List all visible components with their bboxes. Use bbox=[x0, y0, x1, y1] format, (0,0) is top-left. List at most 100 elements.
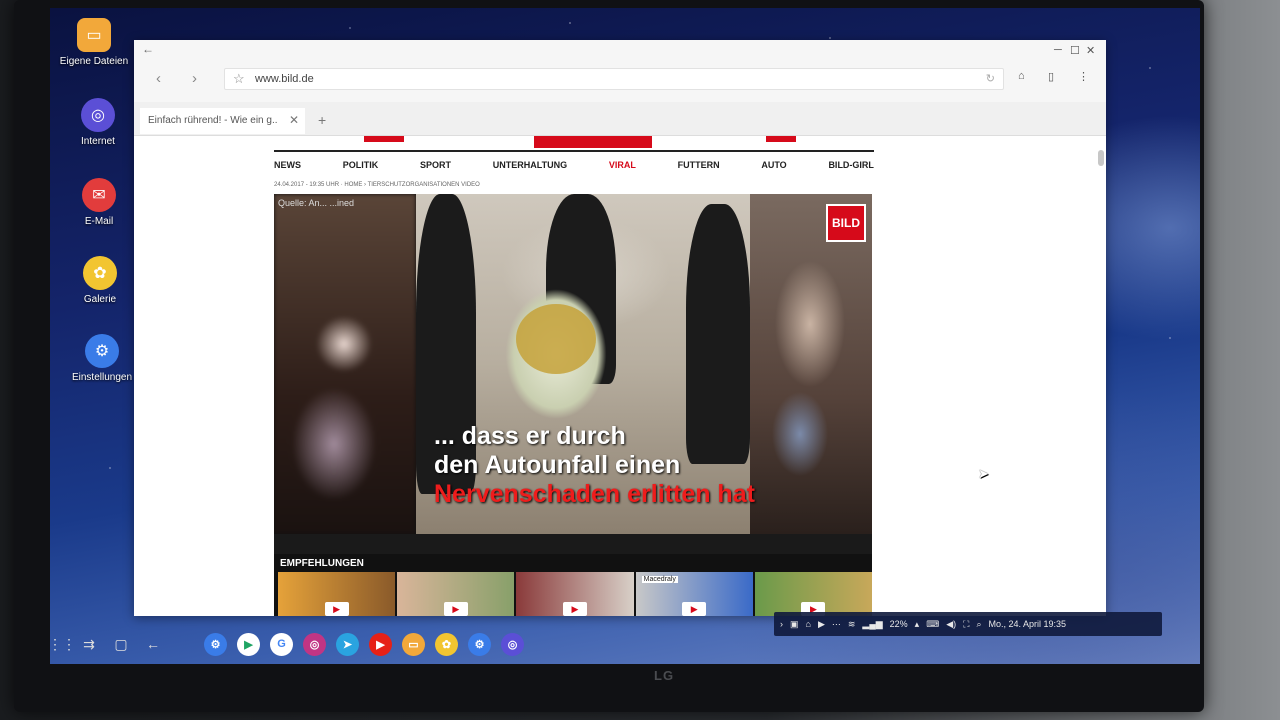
gallery-icon[interactable]: ✿ bbox=[435, 632, 458, 656]
recommendation-thumbs: ▶ ▶ ▶ Macedraly ▶ ▶ bbox=[278, 572, 873, 616]
header-red-strip bbox=[766, 136, 796, 142]
taskbar-nav: ⋮⋮ ⇉ ▢ ← bbox=[48, 630, 162, 658]
messages-icon[interactable]: ▭ bbox=[402, 632, 425, 656]
tray-more-icon[interactable]: ⋯ bbox=[832, 619, 841, 630]
home-square-icon[interactable]: ▢ bbox=[112, 636, 130, 653]
close-window-button[interactable]: ✕ bbox=[1086, 44, 1095, 57]
desktop-icon-label: E-Mail bbox=[84, 216, 114, 227]
gear-icon: ⚙ bbox=[85, 334, 119, 368]
breadcrumb: 24.04.2017 - 19:35 UHR · HOME › TIERSCHU… bbox=[274, 182, 480, 188]
thumb-label: Macedraly bbox=[641, 576, 678, 583]
tray-notification-icon[interactable]: ⌂ bbox=[806, 619, 811, 629]
bookmark-star-icon[interactable]: ☆ bbox=[233, 71, 245, 87]
page-scrollbar[interactable] bbox=[1098, 150, 1104, 166]
bookmarks-icon[interactable]: ▯ bbox=[1048, 70, 1054, 83]
play-icon: ▶ bbox=[443, 602, 468, 616]
screenshot-icon[interactable]: ⛶ bbox=[963, 619, 969, 630]
desktop-icon-label: Galerie bbox=[83, 294, 117, 305]
desktop-icon-email[interactable]: ✉ E-Mail bbox=[59, 178, 139, 227]
caption-line: den Autounfall einen bbox=[434, 451, 681, 479]
desktop-icon-internet[interactable]: ◎ Internet bbox=[58, 98, 138, 147]
apps-grid-icon[interactable]: ⋮⋮ bbox=[48, 636, 76, 653]
forward-button[interactable]: › bbox=[192, 70, 197, 87]
clock[interactable]: Mo., 24. April 19:35 bbox=[988, 619, 1066, 629]
video-blur-right bbox=[750, 194, 872, 534]
reload-icon[interactable]: ↻ bbox=[986, 72, 995, 85]
bild-header-logo[interactable] bbox=[534, 136, 652, 148]
tray-notification-icon[interactable]: ▣ bbox=[790, 619, 799, 630]
nav-item-viral[interactable]: VIRAL bbox=[609, 160, 636, 170]
browser-tab[interactable]: Einfach rührend! - Wie ein g... ✕ bbox=[140, 108, 305, 134]
recommendation-thumb[interactable]: ▶ bbox=[397, 572, 515, 616]
desktop-icon-eigene-dateien[interactable]: ▭ Eigene Dateien bbox=[54, 18, 134, 67]
keyboard-icon[interactable]: ⌨ bbox=[926, 619, 939, 630]
back-icon[interactable]: ← bbox=[144, 636, 162, 652]
volume-icon[interactable]: ◀) bbox=[946, 619, 956, 630]
dog-patch bbox=[516, 304, 596, 374]
instagram-icon[interactable]: ◎ bbox=[303, 632, 326, 656]
tab-close-icon[interactable]: ✕ bbox=[289, 113, 299, 127]
header-red-strip bbox=[364, 136, 404, 142]
nav-item-sport[interactable]: SPORT bbox=[420, 160, 451, 170]
web-page: NEWS POLITIK SPORT UNTERHALTUNG VIRAL FU… bbox=[134, 136, 1106, 616]
menu-icon[interactable]: ⋮ bbox=[1078, 70, 1089, 83]
video-blur-left bbox=[274, 194, 416, 534]
home-icon[interactable]: ⌂ bbox=[1018, 70, 1025, 82]
recent-apps-icon[interactable]: ⇉ bbox=[80, 636, 98, 653]
taskbar-apps: ⚙ ▶ G ◎ ➤ ▶ ▭ ✿ ⚙ ◎ bbox=[204, 630, 524, 658]
nav-item-auto[interactable]: AUTO bbox=[761, 160, 786, 170]
nav-item-news[interactable]: NEWS bbox=[274, 160, 301, 170]
site-nav: NEWS POLITIK SPORT UNTERHALTUNG VIRAL FU… bbox=[274, 160, 874, 170]
address-bar[interactable]: ☆ www.bild.de ↻ bbox=[224, 68, 1004, 90]
search-icon[interactable]: ⌕ bbox=[976, 619, 981, 630]
tray-notification-icon[interactable]: ▶ bbox=[818, 619, 825, 630]
recommendations: EMPFEHLUNGEN ▶ ▶ ▶ Macedraly ▶ ▶ bbox=[274, 554, 873, 616]
new-tab-button[interactable]: + bbox=[318, 112, 326, 128]
maximize-button[interactable]: ☐ bbox=[1070, 44, 1080, 57]
settings-app-icon[interactable]: ⚙ bbox=[204, 632, 227, 656]
tray-up-icon[interactable]: ▴ bbox=[915, 619, 920, 630]
taskbar: ⋮⋮ ⇉ ▢ ← ⚙ ▶ G ◎ ➤ ▶ ▭ ✿ ⚙ ◎ bbox=[44, 630, 1150, 658]
nav-item-politik[interactable]: POLITIK bbox=[343, 160, 379, 170]
desktop-icon-einstellungen[interactable]: ⚙ Einstellungen bbox=[62, 334, 142, 383]
tray-expand-icon[interactable]: › bbox=[780, 619, 783, 629]
mail-icon: ✉ bbox=[82, 178, 116, 212]
minimize-button[interactable]: ─ bbox=[1054, 44, 1062, 56]
folder-icon: ▭ bbox=[77, 18, 111, 52]
caption-line: Nervenschaden erlitten hat bbox=[434, 480, 755, 508]
tab-title: Einfach rührend! - Wie ein g... bbox=[148, 115, 278, 126]
google-icon[interactable]: G bbox=[270, 632, 293, 656]
play-icon: ▶ bbox=[324, 602, 349, 616]
gallery-flower-icon: ✿ bbox=[83, 256, 117, 290]
telegram-icon[interactable]: ➤ bbox=[336, 632, 359, 656]
caption-line: ... dass er durch bbox=[434, 422, 626, 450]
youtube-icon[interactable]: ▶ bbox=[369, 632, 392, 656]
recommendation-thumb[interactable]: Macedraly ▶ bbox=[635, 572, 753, 616]
browser-window: ← ‹ › ☆ www.bild.de ↻ ─ ☐ ✕ ⌂ ▯ ⋮ Einfac… bbox=[134, 40, 1106, 616]
video-source: Quelle: An... ...ined bbox=[278, 198, 355, 208]
desktop-icon-label: Internet bbox=[81, 136, 115, 147]
mouse-cursor-icon: ➤ bbox=[978, 466, 989, 481]
browser-toolbar: ← ‹ › ☆ www.bild.de ↻ ─ ☐ ✕ ⌂ ▯ ⋮ bbox=[134, 40, 1106, 104]
play-icon: ▶ bbox=[563, 602, 587, 616]
window-back-arrow-icon[interactable]: ← bbox=[142, 42, 154, 56]
back-button[interactable]: ‹ bbox=[156, 70, 161, 87]
signal-icon: ▂▄▆ bbox=[862, 618, 883, 629]
desktop-icon-label: Einstellungen bbox=[71, 372, 133, 383]
video-player[interactable]: Quelle: An... ...ined BILD ... dass er d… bbox=[274, 194, 872, 554]
nav-item-bild-girl[interactable]: BILD-GIRL bbox=[828, 160, 874, 170]
internet-icon[interactable]: ◎ bbox=[501, 632, 524, 656]
desktop-icon-galerie[interactable]: ✿ Galerie bbox=[60, 256, 140, 305]
play-store-icon[interactable]: ▶ bbox=[237, 632, 260, 656]
settings-icon[interactable]: ⚙ bbox=[468, 632, 491, 656]
recommendation-thumb[interactable]: ▶ bbox=[516, 572, 634, 616]
battery-level: 22% bbox=[889, 619, 908, 629]
nav-item-unterhaltung[interactable]: UNTERHALTUNG bbox=[493, 160, 567, 170]
address-url: www.bild.de bbox=[255, 73, 314, 85]
nav-item-futtern[interactable]: FUTTERN bbox=[678, 160, 720, 170]
monitor-brand-logo: LG bbox=[654, 668, 675, 683]
recommendation-thumb[interactable]: ▶ bbox=[278, 572, 396, 616]
recommendation-thumb[interactable]: ▶ bbox=[754, 572, 873, 616]
video-control-bar[interactable] bbox=[274, 534, 872, 554]
video-caption: ... dass er durch den Autounfall einen N… bbox=[434, 422, 755, 509]
